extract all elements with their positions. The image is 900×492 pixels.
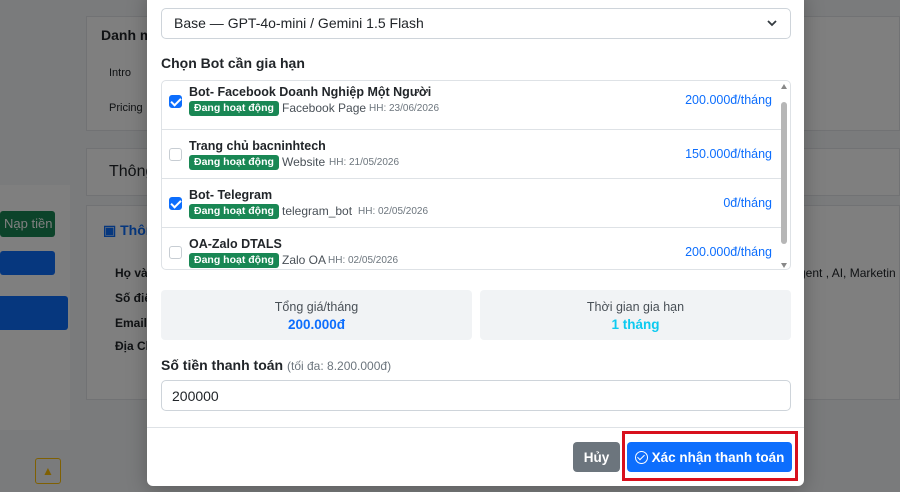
total-price-label: Tổng giá/tháng (274, 300, 359, 314)
bot-checkbox[interactable] (169, 95, 182, 108)
amount-hint: (tối đa: 8.200.000đ) (287, 359, 392, 373)
status-badge: Đang hoạt động (189, 204, 279, 219)
footer-divider (147, 427, 804, 428)
bot-expiry: HH: 02/05/2026 (358, 206, 429, 217)
bot-name: OA-Zalo DTALS (189, 237, 282, 251)
bot-type: Facebook Page (282, 101, 367, 115)
plan-select-value: Base — GPT-4o-mini / Gemini 1.5 Flash (174, 15, 424, 31)
bot-expiry: HH: 23/06/2026 (369, 103, 440, 114)
bot-select-label: Chọn Bot cần gia hạn (161, 55, 305, 71)
status-badge: Đang hoạt động (189, 155, 279, 170)
amount-label-text: Số tiền thanh toán (161, 357, 284, 373)
bot-price: 0đ/tháng (723, 196, 772, 210)
bot-checkbox[interactable] (169, 246, 182, 259)
check-circle-icon (634, 450, 648, 464)
scroll-up-icon[interactable] (781, 84, 787, 89)
renewal-period-value: 1 tháng (611, 317, 660, 332)
total-price-box: Tổng giá/tháng 200.000đ (161, 290, 472, 340)
bot-checkbox[interactable] (169, 148, 182, 161)
bot-type: Website (282, 155, 326, 169)
confirm-payment-label: Xác nhận thanh toán (651, 449, 785, 465)
bot-row[interactable]: Bot- Facebook Doanh Nghiệp Một Người Đan… (162, 81, 784, 130)
bot-price: 200.000đ/tháng (685, 245, 772, 259)
bot-name: Trang chủ bacninhtech (189, 139, 326, 153)
bot-expiry: HH: 02/05/2026 (328, 255, 399, 266)
bot-row[interactable]: Trang chủ bacninhtech Đang hoạt động Web… (162, 130, 784, 179)
status-badge: Đang hoạt động (189, 101, 279, 116)
status-badge: Đang hoạt động (189, 253, 279, 268)
bot-type: Zalo OA (282, 253, 327, 267)
chevron-down-icon (766, 9, 778, 49)
renewal-period-box: Thời gian gia hạn 1 tháng (480, 290, 791, 340)
list-scrollbar[interactable] (780, 84, 788, 268)
bot-row[interactable]: OA-Zalo DTALS Đang hoạt động Zalo OA HH:… (162, 228, 784, 269)
bot-price: 150.000đ/tháng (685, 147, 772, 161)
bot-type: telegram_bot (282, 204, 353, 218)
bot-list: Bot- Facebook Doanh Nghiệp Một Người Đan… (161, 80, 791, 270)
cancel-button[interactable]: Hủy (573, 442, 620, 472)
scroll-down-icon[interactable] (781, 263, 787, 268)
total-price-value: 200.000đ (287, 317, 346, 332)
scroll-thumb[interactable] (781, 102, 787, 244)
bot-name: Bot- Telegram (189, 188, 273, 202)
bot-price: 200.000đ/tháng (685, 93, 772, 107)
bot-row[interactable]: Bot- Telegram Đang hoạt động telegram_bo… (162, 179, 784, 228)
amount-input[interactable] (161, 380, 791, 411)
bot-checkbox[interactable] (169, 197, 182, 210)
renew-bot-modal: Base — GPT-4o-mini / Gemini 1.5 Flash Ch… (147, 0, 804, 486)
amount-label: Số tiền thanh toán (tối đa: 8.200.000đ) (161, 357, 391, 373)
bot-name: Bot- Facebook Doanh Nghiệp Một Người (189, 85, 432, 99)
bot-expiry: HH: 21/05/2026 (329, 157, 400, 168)
confirm-payment-button[interactable]: Xác nhận thanh toán (627, 442, 792, 472)
plan-select[interactable]: Base — GPT-4o-mini / Gemini 1.5 Flash (161, 8, 791, 39)
renewal-period-label: Thời gian gia hạn (586, 300, 685, 314)
